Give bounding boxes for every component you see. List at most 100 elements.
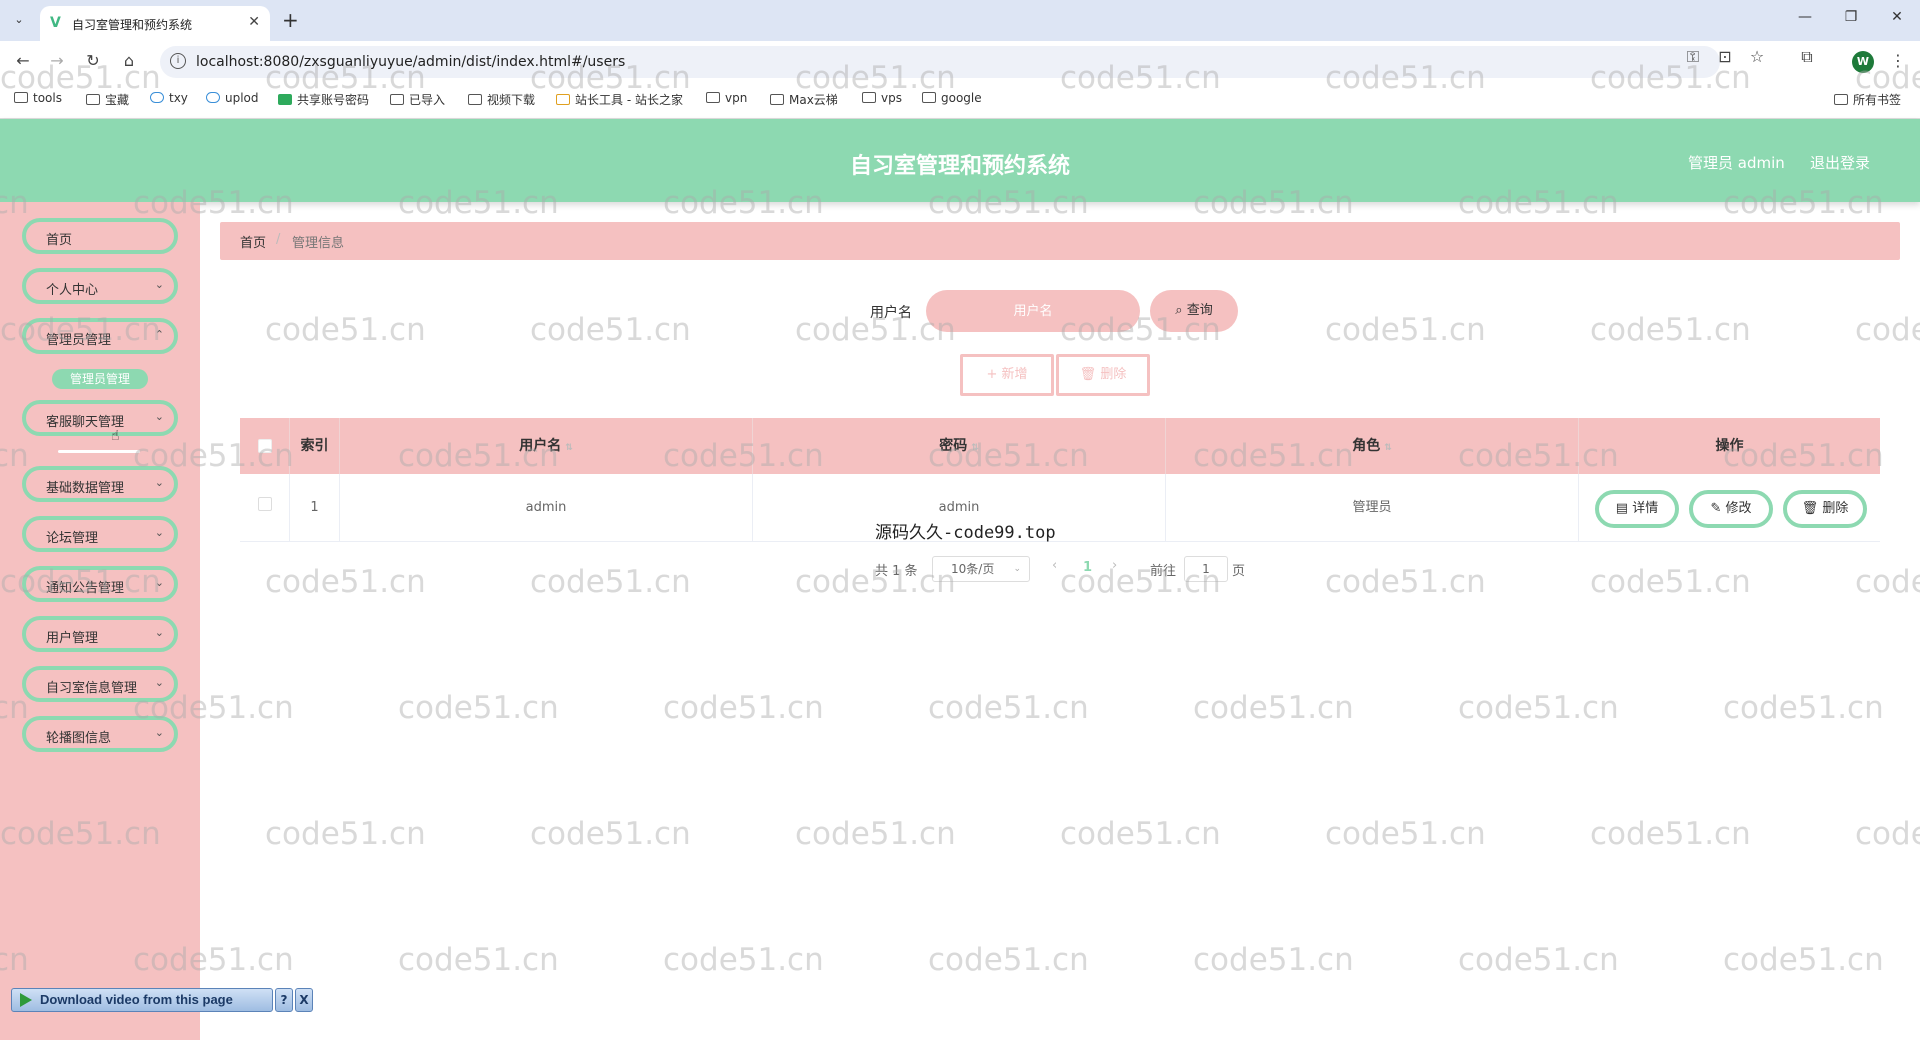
batch-delete-button[interactable]: 🗑 删除 [1056, 354, 1150, 396]
sidebar-item-users[interactable]: 用户管理 ⌄ [22, 616, 178, 652]
help-button[interactable]: ? [275, 988, 293, 1012]
minimize-icon[interactable]: — [1790, 9, 1820, 25]
column-label: 密码 [939, 438, 968, 454]
sidebar-item-carousel[interactable]: 轮播图信息 ⌄ [22, 716, 178, 752]
hand-cursor-icon: ☝ [111, 428, 120, 444]
sort-icon[interactable]: ⇅ [565, 443, 573, 453]
username-search-input[interactable] [926, 290, 1140, 332]
new-tab-icon[interactable]: + [282, 8, 299, 32]
tab-title: 自习室管理和预约系统 [72, 18, 193, 32]
sidebar-item-basic-data[interactable]: 基础数据管理 ⌄ [22, 466, 178, 502]
select-all-checkbox[interactable] [258, 439, 272, 453]
site-info-icon[interactable]: i [170, 53, 186, 69]
profile-avatar[interactable]: W [1852, 51, 1874, 73]
sort-icon[interactable]: ⇅ [971, 443, 979, 453]
column-index: 索引 [290, 418, 340, 474]
bookmark-vps[interactable]: vps [862, 91, 902, 105]
tab-search-chevron-icon[interactable]: ⌄ [8, 10, 30, 32]
column-password[interactable]: 密码 ⇅ [753, 418, 1166, 474]
bookmark-max-ladder[interactable]: Max云梯 [770, 91, 838, 108]
page-size-value: 10条/页 [951, 562, 995, 576]
bookmark-video-download[interactable]: 视频下载 [468, 91, 535, 108]
bookmark-all[interactable]: 所有书签 [1834, 91, 1901, 108]
sort-icon[interactable]: ⇅ [1384, 443, 1392, 453]
bookmark-treasure[interactable]: 宝藏 [86, 91, 129, 108]
sidebar-item-label: 个人中心 [46, 283, 99, 298]
bookmark-vpn[interactable]: vpn [706, 91, 747, 105]
logout-link[interactable]: 退出登录 [1810, 152, 1870, 173]
bookmark-txy[interactable]: txy [150, 91, 188, 105]
table-header: 索引 用户名 ⇅ 密码 ⇅ 角色 ⇅ 操作 [240, 418, 1880, 474]
page-suffix: 页 [1232, 564, 1246, 579]
password-key-icon[interactable]: ⚿ [1682, 47, 1704, 67]
forward-icon[interactable]: → [46, 51, 68, 70]
download-video-label: Download video from this page [40, 992, 233, 1007]
screenshot-icon[interactable]: ⊡ [1714, 47, 1736, 66]
sidebar-item-home[interactable]: 首页 [22, 218, 178, 254]
extensions-icon[interactable]: ⧉ [1796, 47, 1818, 67]
home-icon[interactable]: ⌂ [118, 51, 140, 70]
row-checkbox[interactable] [258, 497, 272, 511]
close-bar-button[interactable]: X [295, 988, 313, 1012]
watermark-text: code51.cn [663, 690, 824, 726]
browser-menu-icon[interactable]: ⋮ [1890, 51, 1906, 70]
download-video-button[interactable]: Download video from this page [11, 988, 273, 1012]
next-page-icon[interactable]: › [1112, 558, 1117, 573]
sidebar-item-admin-management[interactable]: 管理员管理 ⌃ [22, 318, 178, 354]
prev-page-icon[interactable]: ‹ [1052, 558, 1057, 573]
sidebar-item-study-rooms[interactable]: 自习室信息管理 ⌄ [22, 666, 178, 702]
watermark-text: code51.cn [398, 942, 559, 978]
detail-label: 详情 [1632, 501, 1659, 516]
reload-icon[interactable]: ↻ [82, 51, 104, 70]
sidebar-item-label: 管理员管理 [46, 333, 112, 348]
bookmark-google[interactable]: google [922, 91, 982, 105]
sidebar-item-label: 用户管理 [46, 631, 99, 646]
search-button[interactable]: ⌕ 查询 [1150, 290, 1238, 332]
column-username[interactable]: 用户名 ⇅ [340, 418, 753, 474]
url-text[interactable]: localhost:8080/zxsguanliyuyue/admin/dist… [196, 54, 625, 70]
sidebar-item-forum[interactable]: 论坛管理 ⌄ [22, 516, 178, 552]
submenu-item-admin-management[interactable]: 管理员管理 [52, 369, 148, 389]
page-number-current[interactable]: 1 [1083, 560, 1092, 575]
breadcrumb-home[interactable]: 首页 [240, 232, 266, 251]
breadcrumb: 首页 / 管理信息 [220, 222, 1900, 260]
cell-index: 1 [290, 474, 340, 542]
goto-page-input[interactable]: 1 [1184, 556, 1228, 582]
detail-button[interactable]: ▤ 详情 [1595, 490, 1679, 528]
bookmarks-bar: tools 宝藏 txy uplod 共享账号密码 已导入 视频下载 站长工具 … [0, 81, 1920, 119]
cell-actions: ▤ 详情 ✎ 修改 🗑 删除 [1579, 474, 1880, 542]
bookmark-imported[interactable]: 已导入 [390, 91, 445, 108]
chevron-down-icon: ⌄ [154, 410, 164, 423]
sidebar-item-chat-management[interactable]: 客服聊天管理 ⌄ [22, 400, 178, 436]
bookmark-star-icon[interactable]: ☆ [1746, 47, 1768, 66]
bookmark-uplod[interactable]: uplod [206, 91, 259, 105]
trash-icon: 🗑 [1079, 367, 1097, 382]
browser-tab-active[interactable]: V 自习室管理和预约系统 ✕ [40, 6, 270, 41]
document-icon: ▤ [1615, 501, 1629, 516]
tab-close-icon[interactable]: ✕ [248, 14, 260, 30]
video-download-bar: Download video from this page ? X [11, 988, 313, 1012]
sidebar-item-personal-center[interactable]: 个人中心 ⌄ [22, 268, 178, 304]
back-icon[interactable]: ← [12, 51, 34, 70]
bookmark-tools[interactable]: tools [14, 91, 62, 105]
delete-button[interactable]: 🗑 删除 [1783, 490, 1867, 528]
watermark-text: code51.cn [928, 690, 1089, 726]
pencil-icon: ✎ [1710, 501, 1722, 516]
page-size-select[interactable]: 10条/页 ⌄ [932, 556, 1030, 582]
current-user: 管理员 admin [1688, 154, 1785, 172]
add-button[interactable]: + 新增 [960, 354, 1054, 396]
edit-button[interactable]: ✎ 修改 [1689, 490, 1773, 528]
watermark-text: code51.cn [398, 690, 559, 726]
window-close-icon[interactable]: ✕ [1882, 9, 1912, 25]
edit-label: 修改 [1725, 501, 1752, 516]
sidebar-item-notices[interactable]: 通知公告管理 ⌄ [22, 566, 178, 602]
column-role[interactable]: 角色 ⇅ [1166, 418, 1579, 474]
watermark-text: code51.cn [1855, 816, 1920, 852]
bookmark-webmaster-tools[interactable]: 站长工具 - 站长之家 [556, 91, 683, 108]
chevron-down-icon: ⌄ [154, 626, 164, 639]
bookmark-shared-accounts[interactable]: 共享账号密码 [278, 91, 369, 108]
watermark-text: code51.cn [530, 816, 691, 852]
folder-icon [922, 92, 936, 103]
restore-icon[interactable]: ❐ [1836, 9, 1866, 25]
url-field[interactable]: i localhost:8080/zxsguanliyuyue/admin/di… [160, 46, 1720, 78]
